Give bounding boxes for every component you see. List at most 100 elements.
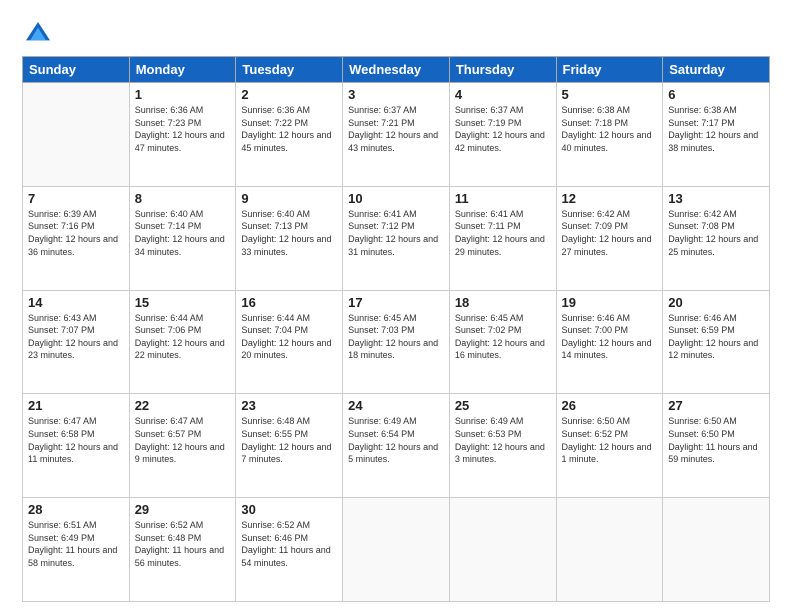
day-info: Sunrise: 6:46 AMSunset: 6:59 PMDaylight:… bbox=[668, 312, 764, 362]
day-number: 7 bbox=[28, 191, 124, 206]
calendar-cell: 6 Sunrise: 6:38 AMSunset: 7:17 PMDaylight… bbox=[663, 83, 770, 187]
day-number: 10 bbox=[348, 191, 444, 206]
day-header-saturday: Saturday bbox=[663, 57, 770, 83]
day-info: Sunrise: 6:44 AMSunset: 7:06 PMDaylight:… bbox=[135, 312, 231, 362]
day-number: 27 bbox=[668, 398, 764, 413]
day-header-monday: Monday bbox=[129, 57, 236, 83]
day-info: Sunrise: 6:50 AMSunset: 6:52 PMDaylight:… bbox=[562, 415, 658, 465]
calendar-cell: 9 Sunrise: 6:40 AMSunset: 7:13 PMDaylight… bbox=[236, 186, 343, 290]
day-number: 30 bbox=[241, 502, 337, 517]
day-info: Sunrise: 6:41 AMSunset: 7:12 PMDaylight:… bbox=[348, 208, 444, 258]
day-header-tuesday: Tuesday bbox=[236, 57, 343, 83]
week-row-5: 28 Sunrise: 6:51 AMSunset: 6:49 PMDayligh… bbox=[23, 498, 770, 602]
calendar-cell: 15 Sunrise: 6:44 AMSunset: 7:06 PMDayligh… bbox=[129, 290, 236, 394]
week-row-4: 21Sunrise: 6:47 AMSunset: 6:58 PMDayligh… bbox=[23, 394, 770, 498]
day-info: Sunrise: 6:36 AMSunset: 7:22 PMDaylight:… bbox=[241, 104, 337, 154]
calendar-cell: 4 Sunrise: 6:37 AMSunset: 7:19 PMDaylight… bbox=[449, 83, 556, 187]
day-number: 1 bbox=[135, 87, 231, 102]
day-info: Sunrise: 6:51 AMSunset: 6:49 PMDaylight:… bbox=[28, 519, 124, 569]
day-number: 4 bbox=[455, 87, 551, 102]
calendar-cell: 25Sunrise: 6:49 AMSunset: 6:53 PMDayligh… bbox=[449, 394, 556, 498]
calendar-cell: 19 Sunrise: 6:46 AMSunset: 7:00 PMDayligh… bbox=[556, 290, 663, 394]
logo bbox=[22, 18, 58, 50]
day-number: 18 bbox=[455, 295, 551, 310]
day-number: 11 bbox=[455, 191, 551, 206]
day-number: 17 bbox=[348, 295, 444, 310]
calendar-cell bbox=[663, 498, 770, 602]
day-number: 20 bbox=[668, 295, 764, 310]
day-number: 9 bbox=[241, 191, 337, 206]
calendar-cell: 17 Sunrise: 6:45 AMSunset: 7:03 PMDayligh… bbox=[343, 290, 450, 394]
day-info: Sunrise: 6:45 AMSunset: 7:03 PMDaylight:… bbox=[348, 312, 444, 362]
calendar-cell bbox=[449, 498, 556, 602]
day-info: Sunrise: 6:52 AMSunset: 6:48 PMDaylight:… bbox=[135, 519, 231, 569]
header bbox=[22, 18, 770, 50]
calendar-cell: 21Sunrise: 6:47 AMSunset: 6:58 PMDayligh… bbox=[23, 394, 130, 498]
day-number: 6 bbox=[668, 87, 764, 102]
calendar-cell: 18 Sunrise: 6:45 AMSunset: 7:02 PMDayligh… bbox=[449, 290, 556, 394]
calendar-cell: 16Sunrise: 6:44 AMSunset: 7:04 PMDayligh… bbox=[236, 290, 343, 394]
day-info: Sunrise: 6:47 AMSunset: 6:58 PMDaylight:… bbox=[28, 415, 124, 465]
day-number: 13 bbox=[668, 191, 764, 206]
day-header-wednesday: Wednesday bbox=[343, 57, 450, 83]
day-number: 19 bbox=[562, 295, 658, 310]
day-info: Sunrise: 6:44 AMSunset: 7:04 PMDaylight:… bbox=[241, 312, 337, 362]
calendar-cell: 29Sunrise: 6:52 AMSunset: 6:48 PMDayligh… bbox=[129, 498, 236, 602]
day-number: 28 bbox=[28, 502, 124, 517]
calendar-cell: 10 Sunrise: 6:41 AMSunset: 7:12 PMDayligh… bbox=[343, 186, 450, 290]
day-info: Sunrise: 6:40 AMSunset: 7:14 PMDaylight:… bbox=[135, 208, 231, 258]
day-number: 3 bbox=[348, 87, 444, 102]
calendar-cell: 1 Sunrise: 6:36 AMSunset: 7:23 PMDaylight… bbox=[129, 83, 236, 187]
calendar-cell: 23 Sunrise: 6:48 AMSunset: 6:55 PMDayligh… bbox=[236, 394, 343, 498]
calendar-cell: 2Sunrise: 6:36 AMSunset: 7:22 PMDaylight… bbox=[236, 83, 343, 187]
day-info: Sunrise: 6:52 AMSunset: 6:46 PMDaylight:… bbox=[241, 519, 337, 569]
page: SundayMondayTuesdayWednesdayThursdayFrid… bbox=[0, 0, 792, 612]
calendar: SundayMondayTuesdayWednesdayThursdayFrid… bbox=[22, 56, 770, 602]
day-number: 22 bbox=[135, 398, 231, 413]
day-header-friday: Friday bbox=[556, 57, 663, 83]
day-info: Sunrise: 6:43 AMSunset: 7:07 PMDaylight:… bbox=[28, 312, 124, 362]
calendar-cell: 14 Sunrise: 6:43 AMSunset: 7:07 PMDayligh… bbox=[23, 290, 130, 394]
day-info: Sunrise: 6:42 AMSunset: 7:09 PMDaylight:… bbox=[562, 208, 658, 258]
day-info: Sunrise: 6:39 AMSunset: 7:16 PMDaylight:… bbox=[28, 208, 124, 258]
day-number: 15 bbox=[135, 295, 231, 310]
calendar-cell: 28 Sunrise: 6:51 AMSunset: 6:49 PMDayligh… bbox=[23, 498, 130, 602]
week-row-2: 7 Sunrise: 6:39 AMSunset: 7:16 PMDaylight… bbox=[23, 186, 770, 290]
day-header-sunday: Sunday bbox=[23, 57, 130, 83]
day-info: Sunrise: 6:38 AMSunset: 7:18 PMDaylight:… bbox=[562, 104, 658, 154]
calendar-cell bbox=[343, 498, 450, 602]
calendar-cell: 26Sunrise: 6:50 AMSunset: 6:52 PMDayligh… bbox=[556, 394, 663, 498]
day-info: Sunrise: 6:50 AMSunset: 6:50 PMDaylight:… bbox=[668, 415, 764, 465]
calendar-cell bbox=[556, 498, 663, 602]
day-number: 5 bbox=[562, 87, 658, 102]
calendar-cell: 20 Sunrise: 6:46 AMSunset: 6:59 PMDayligh… bbox=[663, 290, 770, 394]
day-number: 8 bbox=[135, 191, 231, 206]
day-number: 24 bbox=[348, 398, 444, 413]
day-info: Sunrise: 6:41 AMSunset: 7:11 PMDaylight:… bbox=[455, 208, 551, 258]
day-info: Sunrise: 6:38 AMSunset: 7:17 PMDaylight:… bbox=[668, 104, 764, 154]
day-number: 12 bbox=[562, 191, 658, 206]
calendar-cell: 11 Sunrise: 6:41 AMSunset: 7:11 PMDayligh… bbox=[449, 186, 556, 290]
day-number: 14 bbox=[28, 295, 124, 310]
week-row-1: 1 Sunrise: 6:36 AMSunset: 7:23 PMDaylight… bbox=[23, 83, 770, 187]
day-info: Sunrise: 6:46 AMSunset: 7:00 PMDaylight:… bbox=[562, 312, 658, 362]
day-info: Sunrise: 6:48 AMSunset: 6:55 PMDaylight:… bbox=[241, 415, 337, 465]
calendar-cell: 7 Sunrise: 6:39 AMSunset: 7:16 PMDaylight… bbox=[23, 186, 130, 290]
day-info: Sunrise: 6:40 AMSunset: 7:13 PMDaylight:… bbox=[241, 208, 337, 258]
calendar-cell: 8 Sunrise: 6:40 AMSunset: 7:14 PMDaylight… bbox=[129, 186, 236, 290]
day-number: 23 bbox=[241, 398, 337, 413]
calendar-cell: 27 Sunrise: 6:50 AMSunset: 6:50 PMDayligh… bbox=[663, 394, 770, 498]
week-row-3: 14 Sunrise: 6:43 AMSunset: 7:07 PMDayligh… bbox=[23, 290, 770, 394]
calendar-cell: 24 Sunrise: 6:49 AMSunset: 6:54 PMDayligh… bbox=[343, 394, 450, 498]
day-info: Sunrise: 6:45 AMSunset: 7:02 PMDaylight:… bbox=[455, 312, 551, 362]
day-info: Sunrise: 6:36 AMSunset: 7:23 PMDaylight:… bbox=[135, 104, 231, 154]
calendar-cell: 3Sunrise: 6:37 AMSunset: 7:21 PMDaylight… bbox=[343, 83, 450, 187]
calendar-cell: 13Sunrise: 6:42 AMSunset: 7:08 PMDayligh… bbox=[663, 186, 770, 290]
day-info: Sunrise: 6:37 AMSunset: 7:19 PMDaylight:… bbox=[455, 104, 551, 154]
day-info: Sunrise: 6:49 AMSunset: 6:54 PMDaylight:… bbox=[348, 415, 444, 465]
calendar-cell bbox=[23, 83, 130, 187]
calendar-cell: 5 Sunrise: 6:38 AMSunset: 7:18 PMDaylight… bbox=[556, 83, 663, 187]
calendar-cell: 12 Sunrise: 6:42 AMSunset: 7:09 PMDayligh… bbox=[556, 186, 663, 290]
day-number: 25 bbox=[455, 398, 551, 413]
calendar-header-row: SundayMondayTuesdayWednesdayThursdayFrid… bbox=[23, 57, 770, 83]
